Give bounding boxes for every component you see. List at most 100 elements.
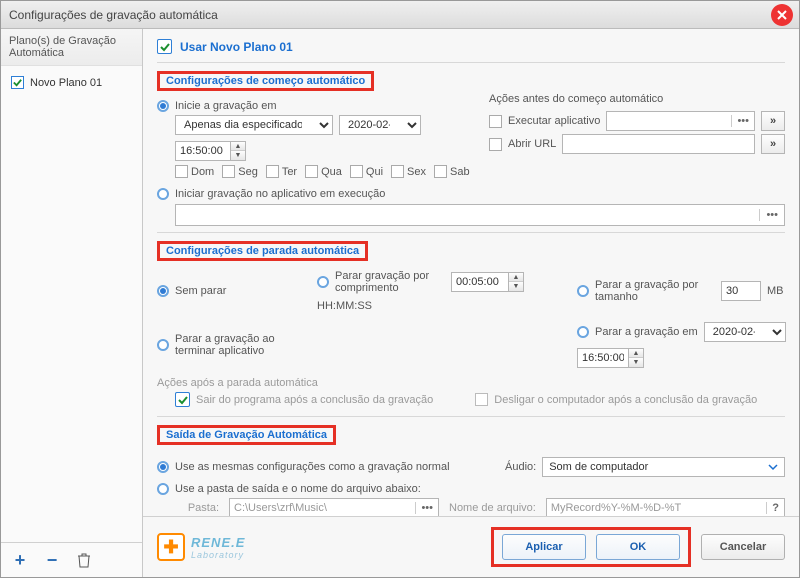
spin-down-icon[interactable]: ▼: [231, 151, 245, 160]
plan-list: Novo Plano 01: [1, 66, 142, 542]
use-plan-row: Usar Novo Plano 01: [157, 39, 785, 54]
sidebar-header: Plano(s) de Gravação Automática: [1, 29, 142, 66]
spin-down-icon[interactable]: ▼: [509, 282, 523, 291]
stop-size-label: Parar a gravação por tamanho: [595, 279, 715, 303]
no-stop-label: Sem parar: [175, 285, 226, 297]
run-app-more[interactable]: »: [761, 111, 785, 131]
brand-line2: Laboratory: [191, 550, 245, 560]
spin-down-icon[interactable]: ▼: [629, 358, 643, 367]
filename-label: Nome de arquivo:: [449, 502, 536, 514]
chevron-down-icon: [768, 462, 778, 472]
plan-item[interactable]: Novo Plano 01: [1, 70, 142, 95]
radio-start-at[interactable]: [157, 100, 169, 112]
exit-after-label: Sair do programa após a conclusão da gra…: [196, 394, 433, 406]
day-dom[interactable]: [175, 165, 188, 178]
shutdown-label: Desligar o computador após a conclusão d…: [494, 394, 757, 406]
radio-no-stop[interactable]: [157, 285, 169, 297]
use-plan-checkbox[interactable]: [157, 39, 172, 54]
day-qui[interactable]: [350, 165, 363, 178]
trash-icon: [77, 552, 91, 568]
start-time-input[interactable]: [176, 142, 230, 160]
close-button[interactable]: [771, 4, 793, 26]
stop-size-input[interactable]: [721, 281, 761, 301]
spin-up-icon[interactable]: ▲: [509, 273, 523, 282]
add-plan-button[interactable]: +: [11, 551, 29, 569]
delete-plan-button[interactable]: [75, 551, 93, 569]
check-icon: [159, 41, 171, 53]
open-url-more[interactable]: »: [761, 134, 785, 154]
filename-field: ?: [546, 498, 785, 516]
main-scroll[interactable]: Usar Novo Plano 01 Configurações de come…: [143, 29, 799, 516]
start-time-spinner[interactable]: ▲▼: [175, 141, 246, 161]
start-date-select[interactable]: 2020-02-14: [339, 115, 421, 135]
output-title: Saída de Gravação Automática: [157, 425, 336, 445]
run-app-label: Executar aplicativo: [508, 115, 600, 127]
radio-stop-size[interactable]: [577, 285, 589, 297]
stop-app-label: Parar a gravação ao terminar aplicativo: [175, 333, 315, 357]
days-row: Dom Seg Ter Qua Qui Sex Sab: [175, 165, 477, 178]
window: Configurações de gravação automática Pla…: [0, 0, 800, 578]
radio-custom-output[interactable]: [157, 483, 169, 495]
brand-line1: RENE.E: [191, 535, 245, 550]
auto-stop-title: Configurações de parada automática: [157, 241, 368, 261]
use-plan-label: Usar Novo Plano 01: [180, 40, 293, 54]
start-in-app-label: Iniciar gravação no aplicativo em execuç…: [175, 188, 385, 200]
folder-field: •••: [229, 498, 439, 516]
audio-select[interactable]: Som de computador: [542, 457, 785, 477]
exit-after-checkbox[interactable]: [175, 392, 190, 407]
filename-input[interactable]: [547, 499, 766, 516]
open-url-checkbox[interactable]: [489, 138, 502, 151]
section-auto-stop: Configurações de parada automática Sem p…: [157, 232, 785, 416]
spin-up-icon[interactable]: ▲: [629, 349, 643, 358]
run-app-checkbox[interactable]: [489, 115, 502, 128]
audio-label: Áudio:: [505, 461, 536, 473]
spin-up-icon[interactable]: ▲: [231, 142, 245, 151]
folder-input[interactable]: [230, 499, 415, 516]
after-stop-title: Ações após a parada automática: [157, 377, 785, 389]
run-app-input[interactable]: [607, 112, 731, 130]
start-app-input[interactable]: [176, 205, 759, 225]
day-ter[interactable]: [266, 165, 279, 178]
radio-same-output[interactable]: [157, 461, 169, 473]
stop-length-input[interactable]: [452, 273, 508, 291]
run-app-browse[interactable]: •••: [731, 115, 754, 127]
stop-time-input[interactable]: [578, 349, 628, 367]
stop-time-spinner[interactable]: ▲▼: [577, 348, 644, 368]
ok-button[interactable]: OK: [596, 534, 680, 560]
day-sex[interactable]: [391, 165, 404, 178]
cancel-button[interactable]: Cancelar: [701, 534, 785, 560]
radio-stop-length[interactable]: [317, 276, 329, 288]
audio-value: Som de computador: [549, 461, 648, 473]
open-url-input[interactable]: [563, 135, 754, 153]
size-unit: MB: [767, 285, 784, 297]
custom-output-label: Use a pasta de saída e o nome do arquivo…: [175, 483, 421, 495]
start-app-browse[interactable]: •••: [759, 209, 784, 221]
folder-label: Pasta:: [175, 502, 219, 514]
day-sab[interactable]: [434, 165, 447, 178]
folder-browse[interactable]: •••: [415, 502, 438, 514]
sidebar: Plano(s) de Gravação Automática Novo Pla…: [1, 29, 143, 577]
plan-label: Novo Plano 01: [30, 77, 102, 89]
brand-badge-icon: ✚: [157, 533, 185, 561]
apply-button[interactable]: Aplicar: [502, 534, 586, 560]
sidebar-footer: + −: [1, 542, 142, 577]
shutdown-checkbox[interactable]: [475, 393, 488, 406]
open-url-label: Abrir URL: [508, 138, 556, 150]
same-output-label: Use as mesmas configurações como a grava…: [175, 461, 450, 473]
check-icon: [177, 394, 189, 406]
before-actions-title: Ações antes do começo automático: [489, 93, 785, 105]
day-seg[interactable]: [222, 165, 235, 178]
open-url-field: [562, 134, 755, 154]
close-icon: [776, 9, 788, 21]
stop-length-spinner[interactable]: ▲▼: [451, 272, 524, 292]
radio-stop-app[interactable]: [157, 339, 169, 351]
radio-stop-at[interactable]: [577, 326, 589, 338]
remove-plan-button[interactable]: −: [43, 551, 61, 569]
day-qua[interactable]: [305, 165, 318, 178]
plan-checkbox[interactable]: [11, 76, 24, 89]
button-bar: ✚ RENE.E Laboratory Aplicar OK Cancelar: [143, 516, 799, 577]
stop-date-select[interactable]: 2020-02-14: [704, 322, 786, 342]
radio-start-in-app[interactable]: [157, 188, 169, 200]
start-mode-select[interactable]: Apenas dia especificado: [175, 115, 333, 135]
filename-help[interactable]: ?: [766, 502, 784, 514]
